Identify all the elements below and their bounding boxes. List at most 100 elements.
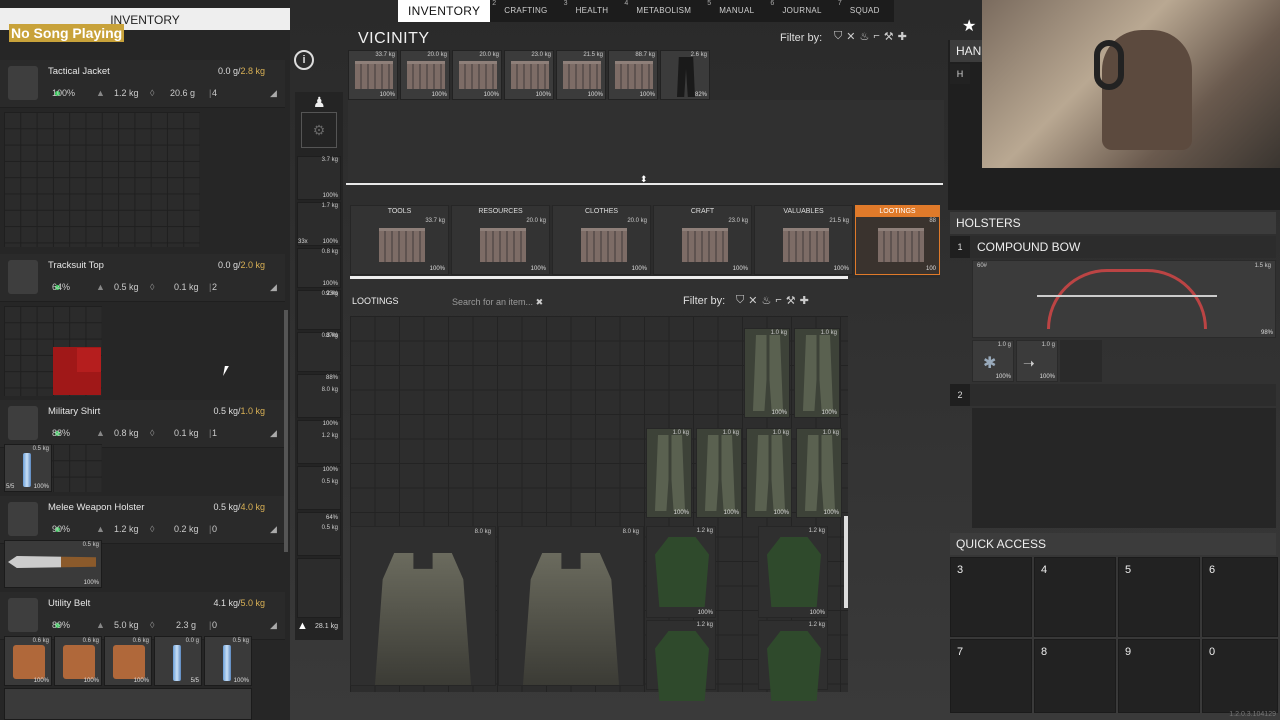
- compound-bow-slot[interactable]: 60# 1.5 kg 98%: [972, 260, 1276, 338]
- loot-pants-5[interactable]: 1.0 kg 100%: [746, 428, 792, 518]
- tab-manual[interactable]: 5 MANUAL: [705, 0, 768, 22]
- loot-pants-3[interactable]: 1.0 kg 100%: [646, 428, 692, 518]
- craft-filter-icon[interactable]: ⚒: [884, 30, 894, 43]
- loot-vest-2[interactable]: 8.0 kg: [498, 526, 644, 686]
- resize-corner-icon[interactable]: ◢: [270, 524, 277, 535]
- equip-slot-back[interactable]: [297, 558, 341, 618]
- vicinity-item-5[interactable]: 21.5 kg 100%: [556, 50, 606, 100]
- tools-filter-icon[interactable]: ✕: [846, 30, 855, 43]
- vicinity-drop-area[interactable]: [348, 100, 944, 182]
- category-condition: 100%: [732, 266, 748, 272]
- belt-row-2[interactable]: [4, 688, 252, 720]
- weapon-filter-icon[interactable]: ⌐: [873, 30, 879, 43]
- vicinity-item-4[interactable]: 23.0 kg 100%: [504, 50, 554, 100]
- quick-slot-3[interactable]: 3: [950, 557, 1032, 637]
- loot-pants-1[interactable]: 1.0 kg 100%: [744, 328, 790, 418]
- category-resources[interactable]: RESOURCES 20.0 kg 100%: [451, 205, 550, 275]
- quick-slot-8[interactable]: 8: [1034, 639, 1116, 713]
- tab-journal[interactable]: 6 JOURNAL: [768, 0, 835, 22]
- vicinity-item-2[interactable]: 20.0 kg 100%: [400, 50, 450, 100]
- loot-pants-4[interactable]: 1.0 kg 100%: [696, 428, 742, 518]
- container-utility-belt[interactable]: Utility Belt 4.1 kg/5.0 kg 89% ▲ 5.0 kg …: [0, 592, 285, 640]
- holster-slot-1[interactable]: 1 COMPOUND BOW: [950, 236, 1276, 258]
- loot-jacket-4[interactable]: 1.2 kg: [758, 620, 828, 701]
- fire-filter-icon[interactable]: ♨: [859, 30, 869, 43]
- water-bottle-slot[interactable]: 0.5 kg 5/5 100%: [4, 444, 52, 492]
- backpack-filter-icon[interactable]: ⛉: [834, 30, 842, 43]
- equip-slot-vest[interactable]: 88% 8.0 kg: [297, 374, 341, 418]
- equip-slot-eyes[interactable]: 0.3 kg 87%: [297, 332, 341, 372]
- vicinity-item-6[interactable]: 88.7 kg 100%: [608, 50, 658, 100]
- info-icon[interactable]: i: [294, 50, 314, 70]
- loot-jacket-1[interactable]: 1.2 kg 100%: [646, 526, 716, 618]
- gear-slot-icon[interactable]: ⚙: [301, 112, 337, 148]
- star-icon[interactable]: ★: [962, 16, 976, 36]
- resize-handle-icon[interactable]: ⬍: [640, 174, 648, 185]
- equip-slot-legs[interactable]: 100% 0.5 kg: [297, 466, 341, 510]
- equip-slot-head[interactable]: 3.7 kg 100%: [297, 156, 341, 200]
- resize-corner-icon[interactable]: ◢: [270, 88, 277, 99]
- belt-slot-mre-2[interactable]: 0.6 kg 100%: [54, 636, 102, 686]
- category-scrollbar[interactable]: [350, 276, 848, 279]
- category-clothes[interactable]: CLOTHES 20.0 kg 100%: [552, 205, 651, 275]
- equip-slot-weapon[interactable]: 1.7 kg 33x 100%: [297, 202, 341, 246]
- craft-filter-icon[interactable]: ⚒: [786, 294, 796, 307]
- clear-search-icon[interactable]: ✖: [536, 297, 544, 307]
- container-melee-holster[interactable]: Melee Weapon Holster 0.5 kg/4.0 kg 90% ▲…: [0, 496, 285, 544]
- container-tracksuit-top[interactable]: Tracksuit Top 0.0 g/2.0 kg 64% ▲ 0.5 kg …: [0, 254, 285, 302]
- bow-attachment-2[interactable]: 1.0 g ➝ 100%: [1016, 340, 1058, 382]
- equip-slot-feet[interactable]: 64% 0.5 kg: [297, 512, 341, 556]
- bow-attachment-3[interactable]: [1060, 340, 1102, 382]
- inventory-scrollbar[interactable]: [284, 310, 288, 552]
- quick-slot-0[interactable]: 0: [1202, 639, 1278, 713]
- quick-slot-5[interactable]: 5: [1118, 557, 1200, 637]
- belt-slot-bottle-2[interactable]: 0.5 kg 100%: [204, 636, 252, 686]
- loot-pants-2[interactable]: 1.0 kg 100%: [794, 328, 840, 418]
- medical-filter-icon[interactable]: ✚: [898, 30, 907, 43]
- category-valuables[interactable]: VALUABLES 21.5 kg 100%: [754, 205, 853, 275]
- quick-slot-9[interactable]: 9: [1118, 639, 1200, 713]
- quick-slot-4[interactable]: 4: [1034, 557, 1116, 637]
- weapon-filter-icon[interactable]: ⌐: [775, 294, 781, 307]
- loot-jacket-3[interactable]: 1.2 kg: [646, 620, 716, 701]
- category-craft[interactable]: CRAFT 23.0 kg 100%: [653, 205, 752, 275]
- tactical-jacket-grid[interactable]: [4, 112, 200, 247]
- loot-vest-1[interactable]: 8.0 kg: [350, 526, 496, 686]
- resize-corner-icon[interactable]: ◢: [270, 428, 277, 439]
- equip-slot-face[interactable]: 0.2 kg 93%: [297, 290, 341, 330]
- quick-slot-6[interactable]: 6: [1202, 557, 1278, 637]
- resize-corner-icon[interactable]: ◢: [270, 282, 277, 293]
- equip-slot-helmet[interactable]: 0.8 kg 100%: [297, 248, 341, 288]
- loot-jacket-2[interactable]: 1.2 kg 100%: [758, 526, 828, 618]
- belt-slot-bottle-1[interactable]: 0.0 g 5/5: [154, 636, 202, 686]
- vicinity-item-1[interactable]: 33.7 kg 100%: [348, 50, 398, 100]
- container-military-shirt[interactable]: Military Shirt 0.5 kg/1.0 kg 88% ▲ 0.8 k…: [0, 400, 285, 448]
- lootings-grid[interactable]: 1.0 kg 100% 1.0 kg 100% 1.0 kg 100% 1.0 kg 1…: [350, 316, 848, 701]
- belt-slot-mre-3[interactable]: 0.6 kg 100%: [104, 636, 152, 686]
- equip-slot-body[interactable]: 100% 1.2 kg: [297, 420, 341, 464]
- loot-pants-6[interactable]: 1.0 kg 100%: [796, 428, 842, 518]
- vicinity-item-3[interactable]: 20.0 kg 100%: [452, 50, 502, 100]
- vicinity-item-7[interactable]: 2.6 kg 82%: [660, 50, 710, 100]
- quick-slot-7[interactable]: 7: [950, 639, 1032, 713]
- tab-health[interactable]: 3 HEALTH: [562, 0, 623, 22]
- category-lootings[interactable]: LOOTINGS 88 100: [855, 205, 940, 275]
- container-tactical-jacket[interactable]: Tactical Jacket 0.0 g/2.8 kg 100% ▲ 1.2 …: [0, 60, 285, 108]
- medical-filter-icon[interactable]: ✚: [800, 294, 809, 307]
- holster-slot-2[interactable]: 2: [950, 384, 1276, 406]
- lootings-scrollbar[interactable]: [844, 516, 848, 608]
- search-input[interactable]: Search for an item... ✖: [452, 295, 552, 309]
- tab-metabolism[interactable]: 4 METABOLISM: [622, 0, 705, 22]
- holster-slot-2-area[interactable]: [972, 408, 1276, 528]
- bow-attachment-1[interactable]: 1.0 g ✱ 100%: [972, 340, 1014, 382]
- tab-crafting[interactable]: 2 CRAFTING: [490, 0, 561, 22]
- category-tools[interactable]: TOOLS 33.7 kg 100%: [350, 205, 449, 275]
- fire-filter-icon[interactable]: ♨: [761, 294, 771, 307]
- tab-inventory[interactable]: INVENTORY: [398, 0, 491, 22]
- belt-slot-mre-1[interactable]: 0.6 kg 100%: [4, 636, 52, 686]
- resize-corner-icon[interactable]: ◢: [270, 620, 277, 631]
- tab-squad[interactable]: 7 SQUAD: [836, 0, 894, 22]
- tools-filter-icon[interactable]: ✕: [748, 294, 757, 307]
- backpack-filter-icon[interactable]: ⛉: [736, 294, 744, 307]
- tracksuit-thumbnail: [8, 260, 38, 294]
